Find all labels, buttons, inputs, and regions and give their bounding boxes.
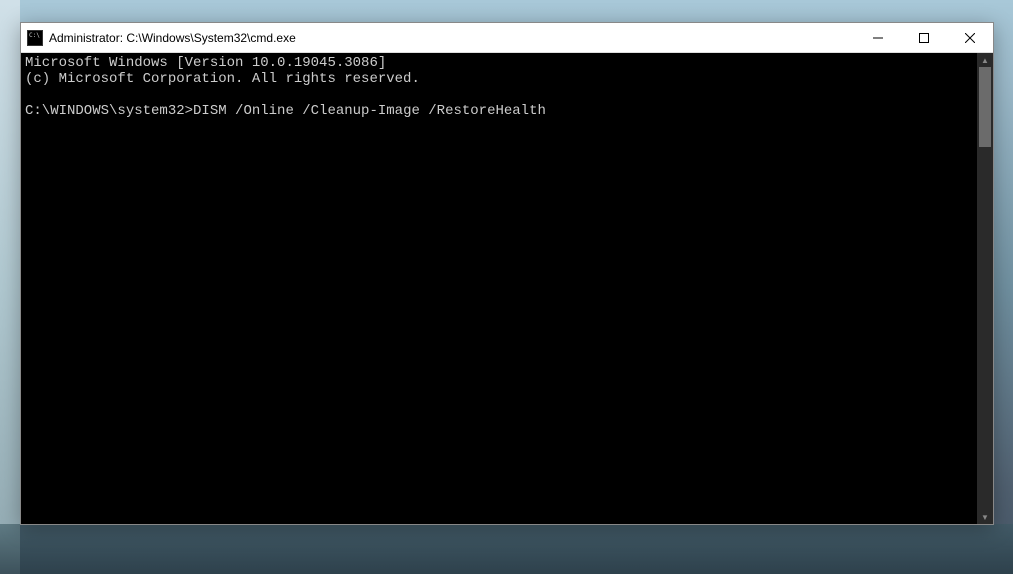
close-icon <box>965 33 975 43</box>
window-title: Administrator: C:\Windows\System32\cmd.e… <box>49 31 855 45</box>
cmd-icon <box>27 30 43 46</box>
titlebar[interactable]: Administrator: C:\Windows\System32\cmd.e… <box>21 23 993 53</box>
minimize-button[interactable] <box>855 23 901 53</box>
maximize-button[interactable] <box>901 23 947 53</box>
scrollbar[interactable]: ▲ ▼ <box>977 53 993 524</box>
minimize-icon <box>873 33 883 43</box>
console-line: Microsoft Windows [Version 10.0.19045.30… <box>25 55 386 71</box>
desktop-background-left <box>0 0 20 574</box>
console-prompt: C:\WINDOWS\system32> <box>25 103 193 119</box>
maximize-icon <box>919 33 929 43</box>
scrollbar-up-arrow[interactable]: ▲ <box>977 53 993 67</box>
console-command: DISM /Online /Cleanup-Image /RestoreHeal… <box>193 103 546 119</box>
cmd-window: Administrator: C:\Windows\System32\cmd.e… <box>20 22 994 525</box>
scrollbar-down-arrow[interactable]: ▼ <box>977 510 993 524</box>
desktop-background-waves <box>0 524 1013 574</box>
scrollbar-thumb[interactable] <box>979 67 991 147</box>
window-controls <box>855 23 993 52</box>
console-line: (c) Microsoft Corporation. All rights re… <box>25 71 420 87</box>
console-output[interactable]: Microsoft Windows [Version 10.0.19045.30… <box>21 53 977 524</box>
close-button[interactable] <box>947 23 993 53</box>
console-area[interactable]: Microsoft Windows [Version 10.0.19045.30… <box>21 53 993 524</box>
